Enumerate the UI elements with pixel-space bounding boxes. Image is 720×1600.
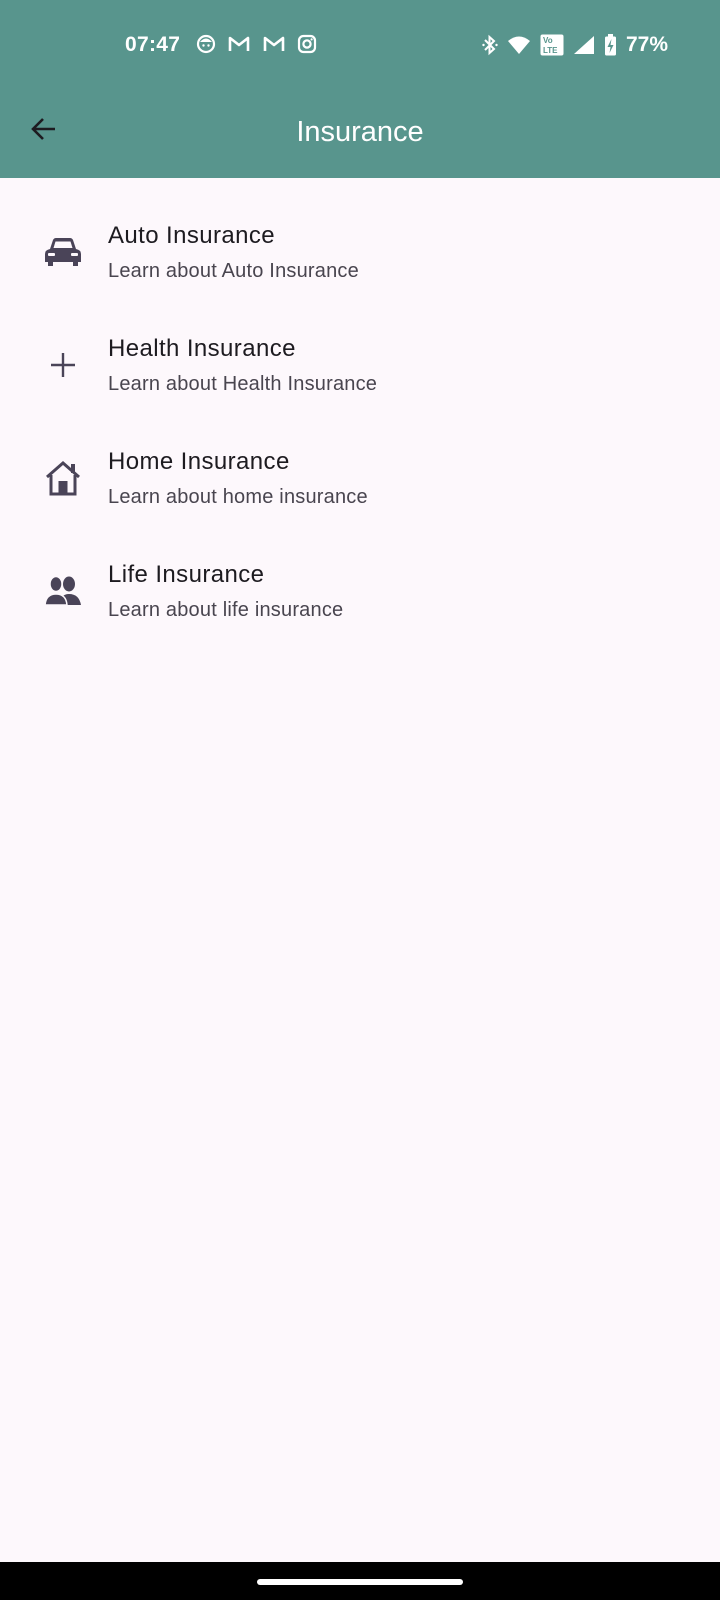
item-subtitle: Learn about Health Insurance [108, 373, 378, 395]
bluetooth-icon [482, 34, 498, 56]
item-title: Home Insurance [108, 448, 290, 475]
status-bar: 07:47 Vo LTE 77% [0, 0, 720, 90]
system-status-icons: Vo LTE 77% [482, 33, 668, 57]
instagram-icon [297, 34, 317, 54]
signal-icon [573, 35, 595, 55]
app-bar: Insurance [0, 90, 720, 178]
item-title: Health Insurance [108, 335, 296, 362]
item-subtitle: Learn about Auto Insurance [108, 260, 359, 282]
battery-charging-icon [604, 34, 617, 56]
home-gesture-handle[interactable] [257, 1579, 463, 1585]
gmail-icon [227, 34, 251, 54]
list-item-health-insurance[interactable]: Health Insurance Learn about Health Insu… [0, 291, 720, 404]
people-icon [42, 570, 84, 612]
list-item-auto-insurance[interactable]: Auto Insurance Learn about Auto Insuranc… [0, 178, 720, 291]
navigation-bar [0, 1562, 720, 1600]
list-item-home-insurance[interactable]: Home Insurance Learn about home insuranc… [0, 404, 720, 517]
item-title: Auto Insurance [108, 222, 276, 249]
item-title: Life Insurance [108, 561, 265, 588]
volte-icon: Vo LTE [540, 34, 564, 56]
list-item-life-insurance[interactable]: Life Insurance Learn about life insuranc… [0, 517, 720, 630]
house-icon [42, 457, 84, 499]
item-subtitle: Learn about life insurance [108, 599, 344, 621]
plus-icon [42, 344, 84, 386]
notification-icons [196, 34, 317, 54]
item-subtitle: Learn about home insurance [108, 486, 368, 508]
page-title: Insurance [296, 116, 424, 148]
status-time: 07:47 [125, 33, 181, 56]
insurance-list: Auto Insurance Learn about Auto Insuranc… [0, 178, 720, 630]
wifi-icon [507, 35, 531, 55]
car-icon [42, 231, 84, 273]
battery-percent: 77% [625, 33, 668, 56]
face-icon [196, 34, 216, 54]
svg-text:LTE: LTE [543, 46, 558, 55]
gmail-icon [262, 34, 286, 54]
svg-text:Vo: Vo [543, 36, 553, 45]
